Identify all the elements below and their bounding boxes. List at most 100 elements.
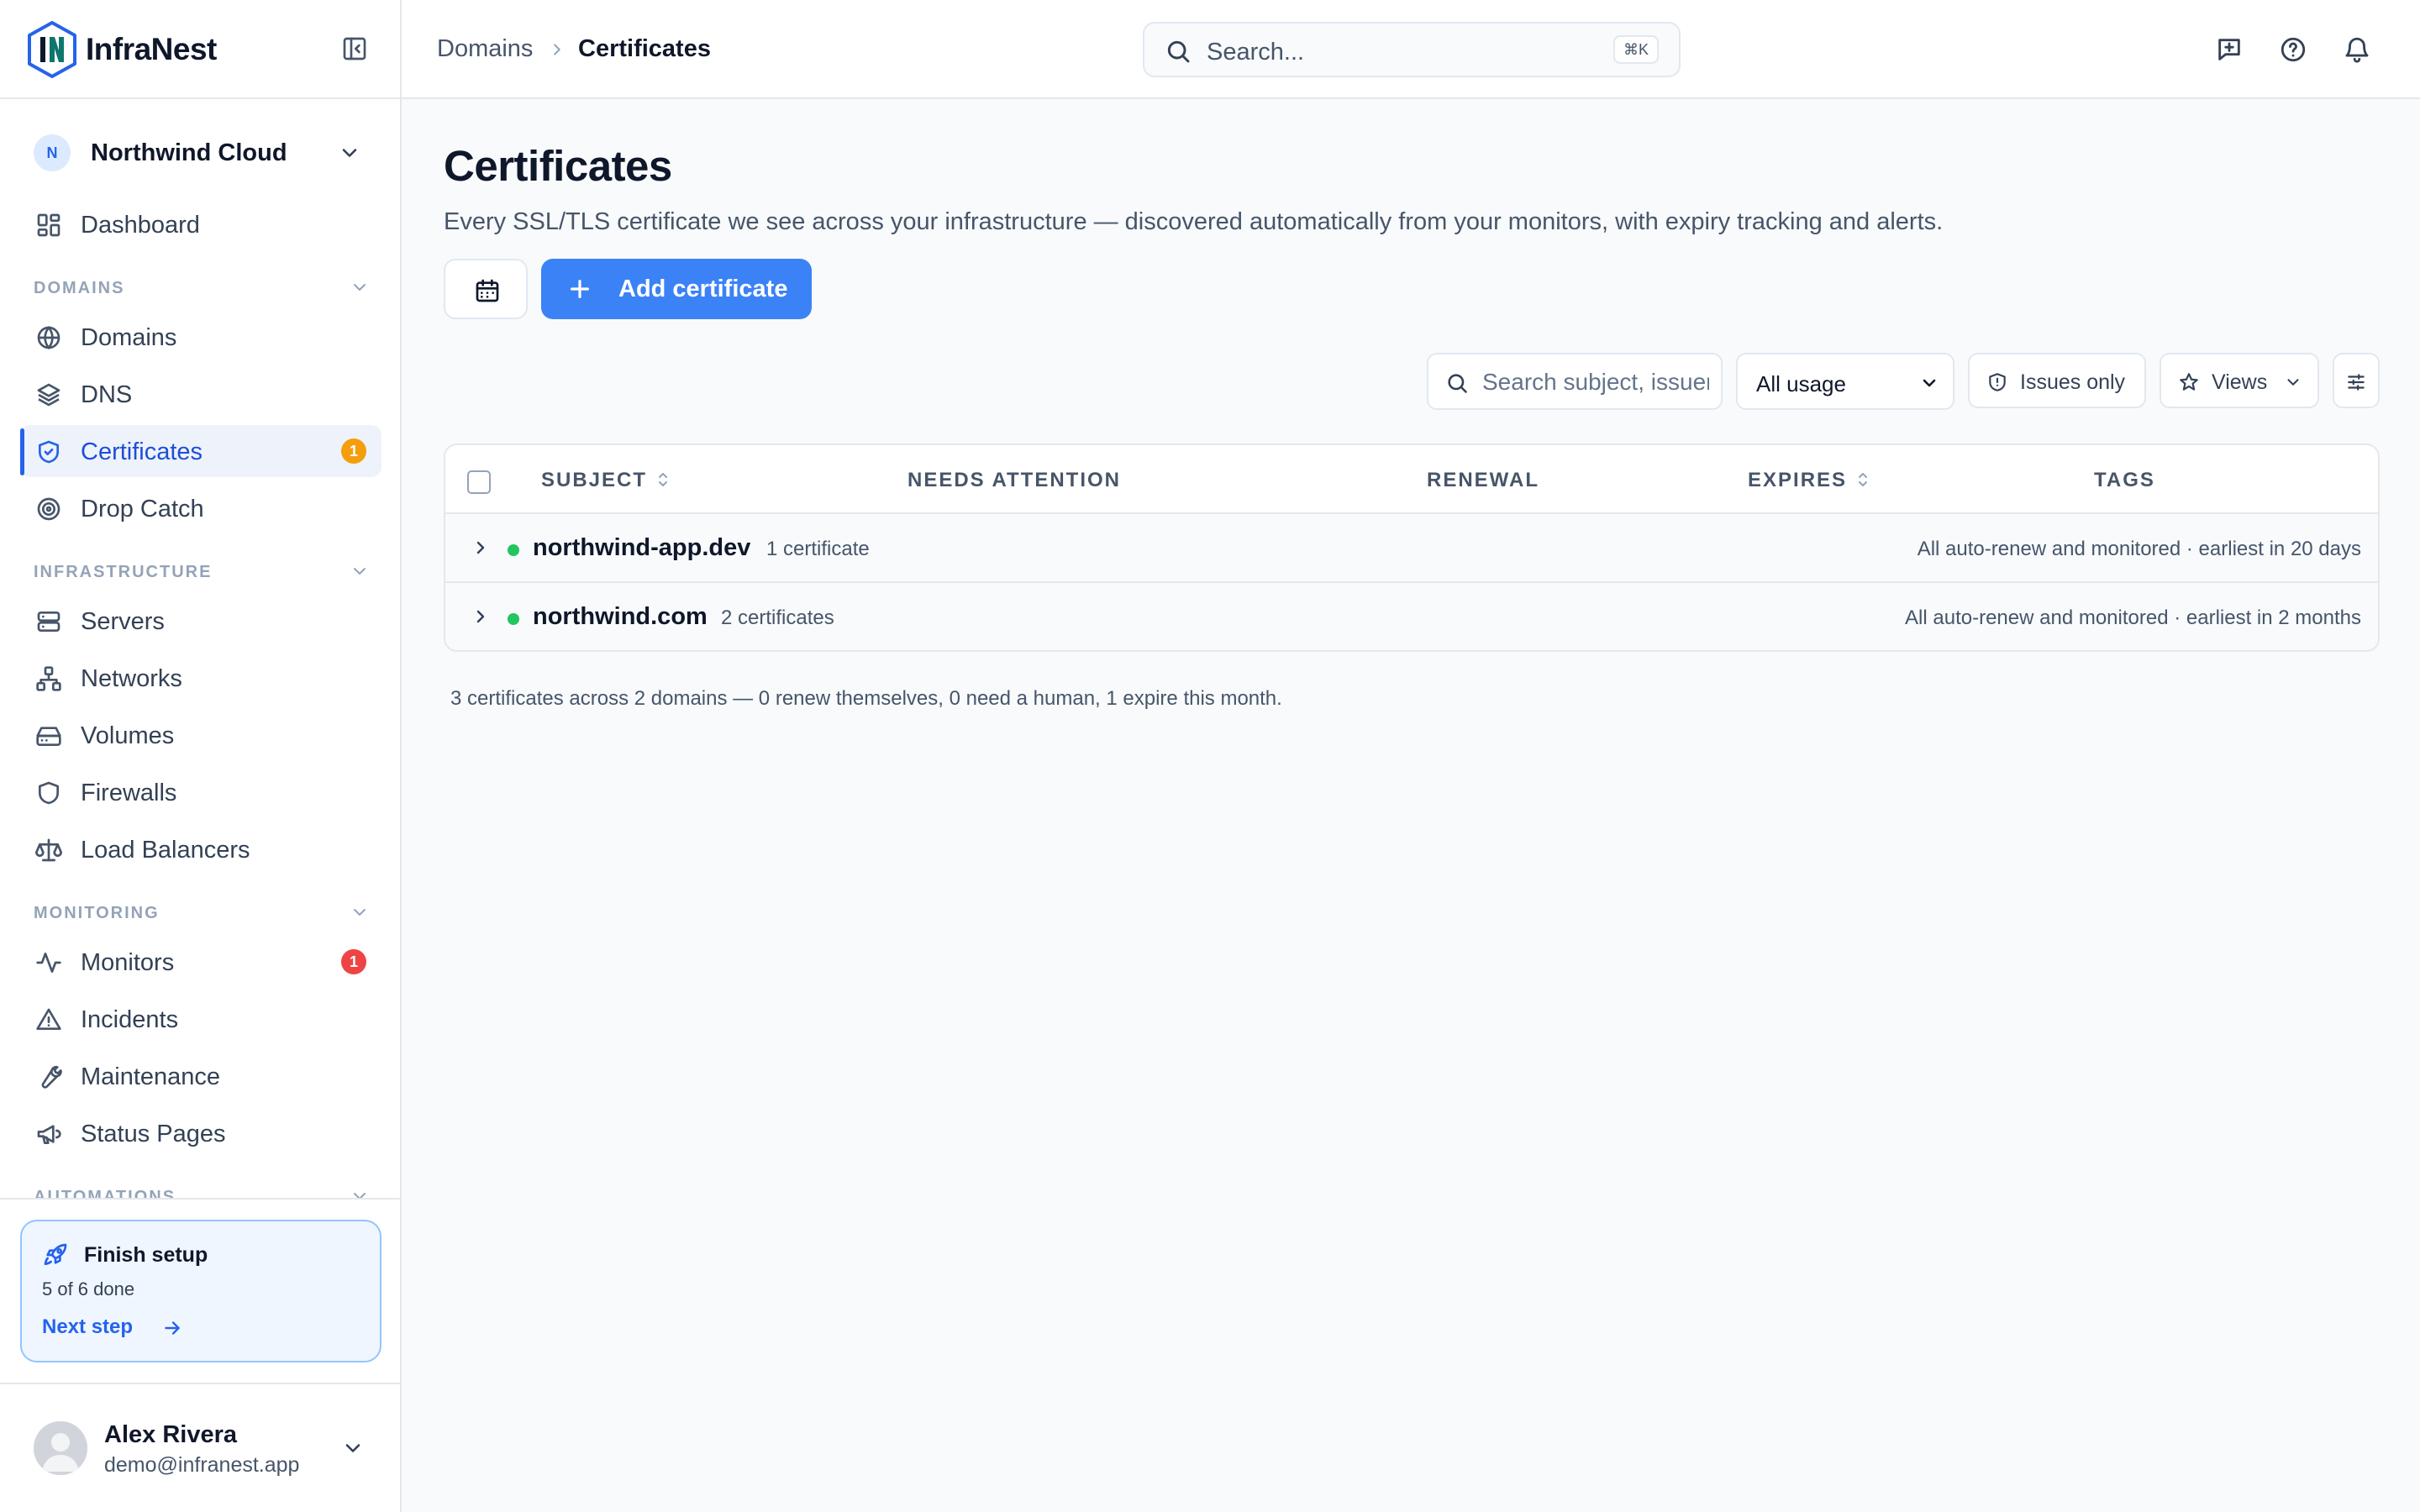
issues-only-label: Issues only (2020, 370, 2126, 394)
section-monitoring[interactable]: MONITORING (34, 900, 370, 926)
certificates-count-badge: 1 (341, 438, 366, 464)
sidebar-item-maintenance[interactable]: Maintenance (20, 1050, 381, 1102)
chevron-right-icon[interactable] (471, 606, 491, 627)
views-dropdown[interactable]: Views (2160, 353, 2319, 408)
bell-icon[interactable] (2343, 35, 2371, 64)
sidebar-item-label: Load Balancers (81, 837, 250, 864)
usage-select-value: All usage (1756, 371, 1846, 396)
sidebar-item-label: Drop Catch (81, 496, 204, 522)
hard-drive-icon (36, 727, 61, 746)
page-description: Every SSL/TLS certificate we see across … (444, 208, 1944, 235)
sidebar-item-label: Certificates (81, 438, 203, 465)
network-icon (36, 666, 61, 691)
next-step-link[interactable]: Next step (42, 1315, 133, 1339)
chevron-down-icon (354, 568, 366, 575)
sidebar-item-incidents[interactable]: Incidents (20, 993, 381, 1045)
sidebar-item-firewalls[interactable]: Firewalls (20, 766, 381, 818)
section-label: INFRASTRUCTURE (34, 563, 213, 581)
workspace-switcher[interactable]: N Northwind Cloud (34, 131, 370, 175)
avatar (34, 1421, 87, 1475)
search-shortcut: ⌘K (1612, 35, 1659, 64)
user-email: demo@infranest.app (104, 1453, 300, 1477)
sidebar-item-label: DNS (81, 381, 133, 408)
table-header: SUBJECT NEEDS ATTENTION RENEWAL EXPIRES … (445, 445, 2378, 514)
active-indicator (20, 428, 24, 475)
row-domain: northwind.com (533, 603, 708, 630)
status-dot (508, 613, 519, 625)
workspace-name: Northwind Cloud (91, 139, 287, 166)
usage-select[interactable]: All usage (1736, 353, 1954, 410)
alert-triangle-icon (36, 1008, 61, 1030)
dashboard-icon (37, 213, 60, 237)
sidebar-item-certificates[interactable]: Certificates 1 (20, 425, 381, 477)
monitors-count-badge: 1 (341, 949, 366, 974)
chevron-right-icon (554, 44, 560, 55)
sidebar-item-label: Dashboard (81, 212, 200, 239)
feedback-icon[interactable] (2215, 35, 2244, 64)
sidebar-item-dashboard[interactable]: Dashboard (20, 198, 381, 250)
column-expires[interactable]: EXPIRES (1748, 469, 1870, 492)
table-row[interactable]: northwind.com 2 certificates All auto-re… (445, 583, 2378, 650)
sort-icon (1859, 473, 1868, 486)
shield-icon (39, 781, 59, 805)
sliders-icon (2348, 374, 2365, 391)
shield-alert-icon (1989, 373, 2006, 391)
table-row[interactable]: northwind-app.dev 1 certificate All auto… (445, 514, 2378, 583)
sidebar-item-monitors[interactable]: Monitors 1 (20, 936, 381, 988)
sidebar-collapse-icon[interactable] (341, 35, 368, 62)
column-needs-attention: NEEDS ATTENTION (908, 469, 1122, 491)
activity-icon (36, 953, 61, 973)
sidebar-item-dns[interactable]: DNS (20, 368, 381, 420)
sidebar-item-label: Firewalls (81, 780, 177, 806)
search-icon (1167, 40, 1190, 63)
column-settings-button[interactable] (2333, 353, 2380, 408)
column-tags: TAGS (2094, 469, 2155, 491)
column-subject[interactable]: SUBJECT (541, 469, 671, 492)
sidebar-item-volumes[interactable]: Volumes (20, 709, 381, 761)
server-icon (37, 612, 60, 632)
section-infrastructure[interactable]: INFRASTRUCTURE (34, 559, 370, 585)
breadcrumb-domains[interactable]: Domains (437, 35, 533, 63)
sidebar-item-networks[interactable]: Networks (20, 652, 381, 704)
sidebar-item-label: Volumes (81, 722, 175, 749)
global-search[interactable]: Search... ⌘K (1143, 22, 1681, 77)
sidebar-item-servers[interactable]: Servers (20, 595, 381, 647)
chevron-right-icon[interactable] (471, 538, 491, 558)
chevron-down-icon (354, 284, 366, 291)
sidebar-item-status-pages[interactable]: Status Pages (20, 1107, 381, 1159)
sidebar: InfraNest N Northwind Cloud Dashboard DO… (0, 0, 402, 1512)
section-label: DOMAINS (34, 279, 125, 297)
wrench-icon (41, 1065, 62, 1089)
user-menu[interactable]: Alex Rivera demo@infranest.app (0, 1383, 402, 1512)
chevron-down-icon (1923, 379, 1936, 387)
add-certificate-button[interactable]: Add certificate (541, 259, 812, 319)
calendar-button[interactable] (444, 259, 528, 319)
sidebar-item-load-balancers[interactable]: Load Balancers (20, 823, 381, 875)
search-placeholder: Search... (1207, 39, 1305, 66)
section-label: MONITORING (34, 904, 160, 922)
certificate-search[interactable] (1427, 353, 1723, 410)
section-domains[interactable]: DOMAINS (34, 276, 370, 301)
column-renewal: RENEWAL (1427, 469, 1539, 491)
megaphone-icon (37, 1125, 61, 1144)
row-certificate-count: 1 certificate (766, 538, 870, 560)
row-certificate-count: 2 certificates (721, 606, 834, 629)
chevron-down-icon (342, 149, 357, 157)
select-all-checkbox[interactable] (467, 470, 491, 494)
scale-icon (35, 838, 62, 862)
sidebar-item-label: Domains (81, 324, 177, 351)
breadcrumb-current: Certificates (578, 35, 711, 62)
user-name: Alex Rivera (104, 1421, 237, 1448)
finish-setup-card[interactable]: Finish setup 5 of 6 done Next step (20, 1220, 381, 1362)
chevron-down-icon (345, 1444, 360, 1452)
star-icon (2180, 373, 2198, 391)
globe-icon (37, 325, 60, 350)
sidebar-item-drop-catch[interactable]: Drop Catch (20, 482, 381, 534)
help-icon[interactable] (2279, 35, 2307, 64)
search-icon (1448, 374, 1467, 393)
sidebar-item-domains[interactable]: Domains (20, 311, 381, 363)
certificate-search-input[interactable] (1482, 366, 1709, 398)
issues-only-toggle[interactable]: Issues only (1968, 353, 2146, 408)
status-dot (508, 544, 519, 556)
workspace-avatar: N (34, 134, 71, 171)
